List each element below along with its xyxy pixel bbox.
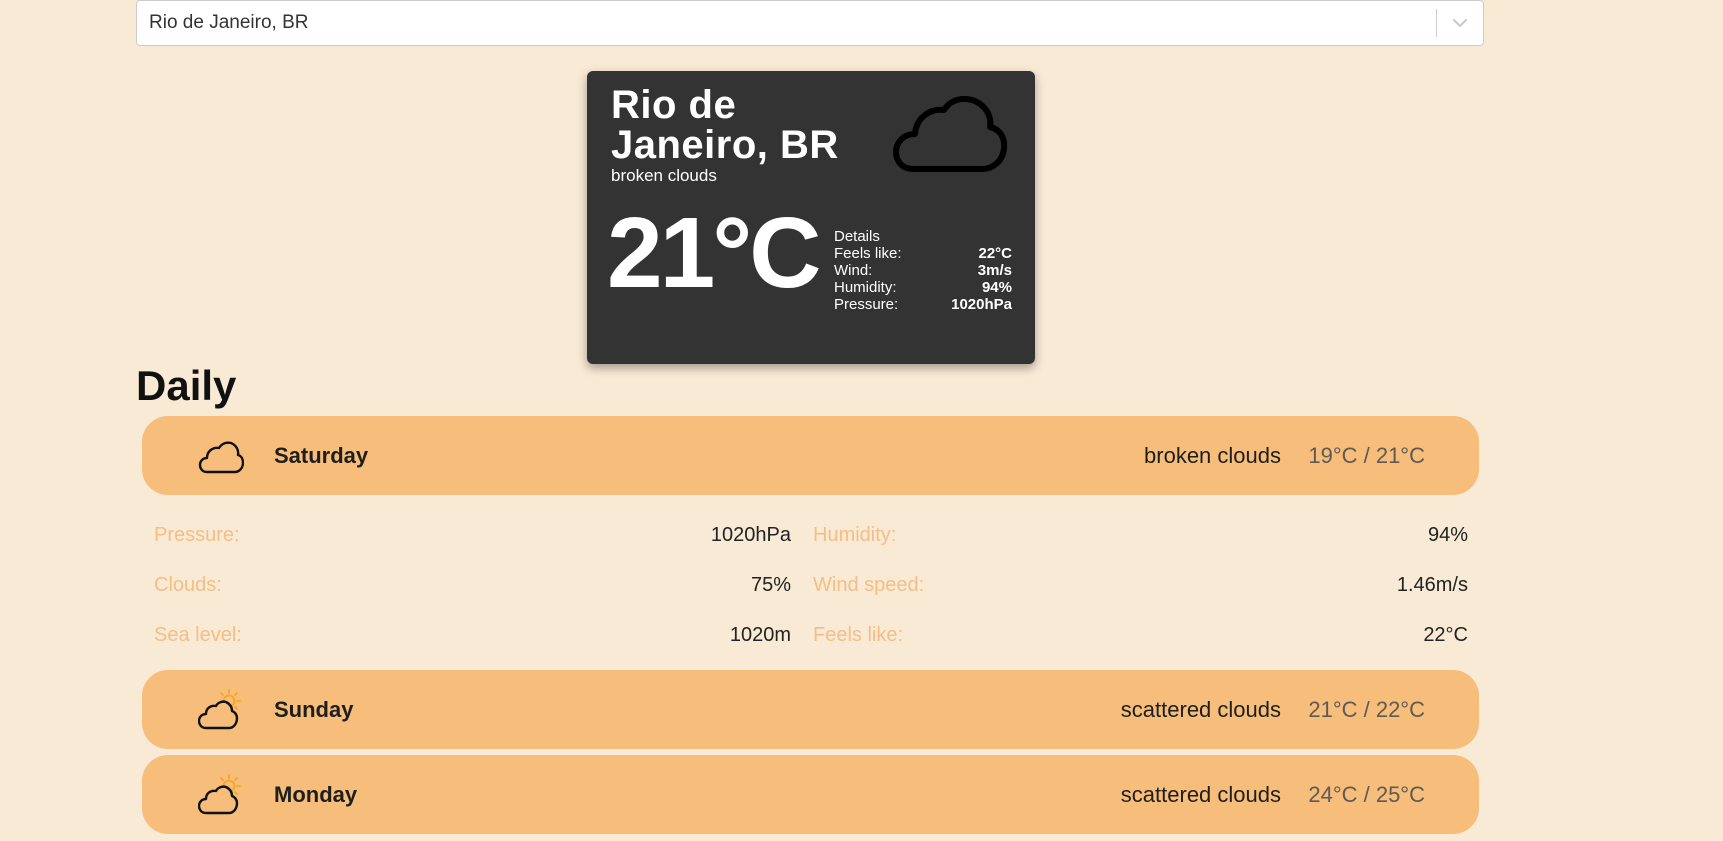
detail-label: Wind: <box>834 262 873 279</box>
current-temperature: 21°C <box>607 197 821 309</box>
details-title: Details <box>834 228 880 245</box>
current-details: Details Feels like: 22°C Wind: 3m/s Humi… <box>834 228 1012 313</box>
details-grid-row: Pressure: 1020hPa Humidity: 94% <box>154 510 1468 560</box>
search-value[interactable]: Rio de Janeiro, BR <box>137 12 1436 34</box>
day-temperature-range: 21°C / 22°C <box>1308 696 1425 722</box>
detail-row-feels-like: Feels like: 22°C <box>834 245 1012 262</box>
day-name: Saturday <box>274 442 369 468</box>
detail-value: 1020m <box>729 623 791 646</box>
detail-label: Wind speed: <box>813 573 925 596</box>
detail-value: 94% <box>981 279 1012 296</box>
daily-title: Daily <box>136 362 237 409</box>
partly-sunny-icon <box>197 688 244 732</box>
detail-value: 94% <box>1427 523 1468 546</box>
daily-details-grid: Pressure: 1020hPa Humidity: 94% Clouds: … <box>154 510 1468 660</box>
current-city: Rio de Janeiro, BR <box>611 83 839 167</box>
detail-value: 1020hPa <box>710 523 791 546</box>
detail-value: 22°C <box>978 245 1012 262</box>
current-weather-card: Rio de Janeiro, BR broken clouds 21°C De… <box>587 71 1035 364</box>
day-name: Sunday <box>274 696 354 722</box>
detail-row-wind: Wind: 3m/s <box>834 262 1012 279</box>
cloud-icon <box>892 93 1008 175</box>
daily-item-sunday[interactable]: Sunday scattered clouds 21°C / 22°C <box>142 670 1479 749</box>
detail-value: 3m/s <box>977 262 1012 279</box>
cloud-icon <box>198 434 245 478</box>
chevron-down-icon[interactable] <box>1437 0 1483 46</box>
detail-label: Pressure: <box>154 523 240 546</box>
detail-feels-like: Feels like: 22°C <box>813 624 1468 647</box>
details-grid-row: Clouds: 75% Wind speed: 1.46m/s <box>154 560 1468 610</box>
city-search-select[interactable]: Rio de Janeiro, BR <box>136 0 1484 46</box>
details-grid-row: Sea level: 1020m Feels like: 22°C <box>154 610 1468 660</box>
detail-value: 75% <box>750 573 791 596</box>
app-root: Rio de Janeiro, BR Rio de Janeiro, BR br… <box>0 0 1723 841</box>
detail-clouds: Clouds: 75% <box>154 574 791 597</box>
detail-row-pressure: Pressure: 1020hPa <box>834 296 1012 313</box>
detail-humidity: Humidity: 94% <box>813 524 1468 547</box>
detail-value: 1020hPa <box>951 296 1012 313</box>
detail-row-humidity: Humidity: 94% <box>834 279 1012 296</box>
daily-item-saturday[interactable]: Saturday broken clouds 19°C / 21°C <box>142 416 1479 495</box>
detail-label: Humidity: <box>813 523 897 546</box>
day-description: scattered clouds <box>1120 781 1281 807</box>
partly-sunny-icon <box>197 773 244 817</box>
day-temperature-range: 24°C / 25°C <box>1308 781 1425 807</box>
current-description: broken clouds <box>611 166 717 185</box>
detail-value: 22°C <box>1423 623 1468 646</box>
day-temperature-range: 19°C / 21°C <box>1308 442 1425 468</box>
detail-label: Humidity: <box>834 279 897 296</box>
detail-pressure: Pressure: 1020hPa <box>154 524 791 547</box>
detail-label: Feels like: <box>813 623 904 646</box>
day-description: broken clouds <box>1144 442 1281 468</box>
detail-sea-level: Sea level: 1020m <box>154 624 791 647</box>
detail-label: Clouds: <box>154 573 222 596</box>
detail-wind-speed: Wind speed: 1.46m/s <box>813 574 1468 597</box>
detail-label: Feels like: <box>834 245 902 262</box>
detail-label: Sea level: <box>154 623 242 646</box>
daily-item-monday[interactable]: Monday scattered clouds 24°C / 25°C <box>142 755 1479 834</box>
day-description: scattered clouds <box>1120 696 1281 722</box>
day-name: Monday <box>274 781 358 807</box>
detail-value: 1.46m/s <box>1396 573 1468 596</box>
detail-label: Pressure: <box>834 296 899 313</box>
